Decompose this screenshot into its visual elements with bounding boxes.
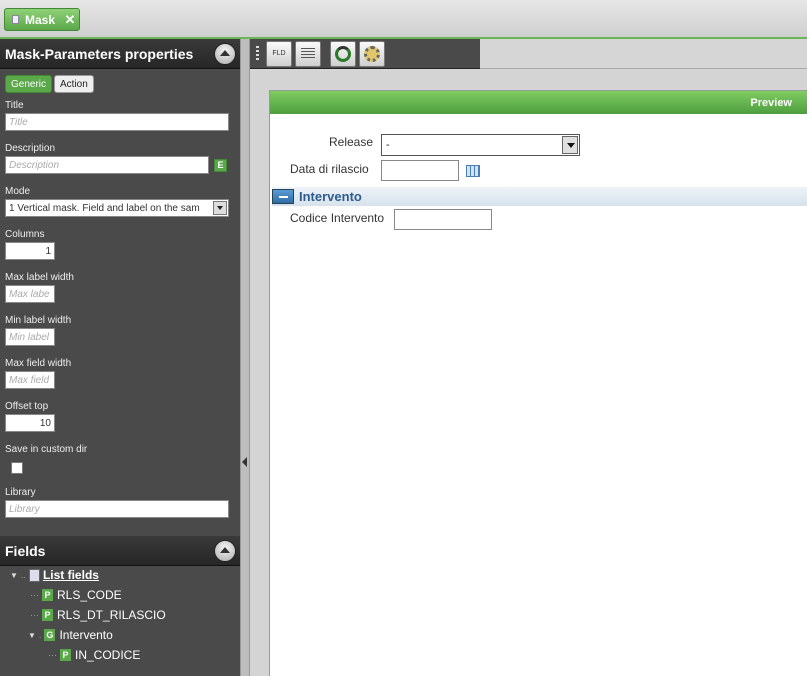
max-label-width-field[interactable]: Max labe <box>5 285 55 303</box>
tree-root-label: List fields <box>42 568 99 582</box>
left-panel: Mask-Parameters properties Generic Actio… <box>0 39 240 676</box>
min-label-width-label: Min label width <box>5 315 72 326</box>
chevron-down-icon[interactable] <box>562 136 578 154</box>
library-property: Library Library <box>5 487 229 518</box>
min-label-width-property: Min label width Min label <box>5 315 71 346</box>
library-field[interactable]: Library <box>5 500 229 518</box>
fields-header: Fields <box>0 536 240 566</box>
p-icon: P <box>42 609 53 621</box>
mode-select[interactable]: 1 Vertical mask. Field and label on the … <box>5 199 229 217</box>
tree-item-label: RLS_DT_RILASCIO <box>57 608 166 622</box>
release-value: - <box>386 139 390 151</box>
g-icon: G <box>44 629 56 641</box>
offset-top-label: Offset top <box>5 401 49 412</box>
description-property: Description Description E <box>5 143 227 174</box>
columns-property: Columns 1 <box>5 229 55 260</box>
title-label: Title <box>5 100 24 111</box>
expand-icon[interactable]: ▼ <box>28 631 36 640</box>
settings-button[interactable] <box>359 40 385 67</box>
fld-button[interactable]: FLD <box>266 40 292 67</box>
offset-top-property: Offset top 10 <box>5 401 55 432</box>
title-field[interactable]: Title <box>5 113 229 131</box>
mask-tab[interactable]: Mask ✕ <box>4 8 80 31</box>
expand-icon[interactable]: ▼ <box>10 571 18 580</box>
toolbar-background <box>480 39 807 69</box>
panel-splitter[interactable] <box>240 39 250 676</box>
mode-value: 1 Vertical mask. Field and label on the … <box>9 202 200 214</box>
save-custom-dir-label: Save in custom dir <box>5 444 88 455</box>
library-label: Library <box>5 487 36 498</box>
max-label-width-property: Max label width Max labe <box>5 272 74 303</box>
p-icon: P <box>42 589 53 601</box>
tab-generic[interactable]: Generic <box>5 75 53 93</box>
properties-header: Mask-Parameters properties <box>0 39 240 69</box>
group-header: Intervento <box>272 187 807 206</box>
max-field-width-label: Max field width <box>5 358 72 369</box>
properties-title: Mask-Parameters properties <box>5 45 194 62</box>
list-icon <box>301 47 315 60</box>
refresh-button[interactable] <box>330 40 356 67</box>
columns-label: Columns <box>5 229 45 240</box>
release-select[interactable]: - <box>381 134 580 156</box>
chevron-down-icon[interactable] <box>213 201 227 215</box>
grip-icon[interactable] <box>256 45 259 62</box>
tree-item-label: Intervento <box>59 628 113 642</box>
offset-top-field[interactable]: 10 <box>5 414 55 432</box>
designer-toolbar: FLD <box>250 39 480 69</box>
date-field[interactable] <box>381 160 459 181</box>
code-field[interactable] <box>394 209 492 230</box>
collapse-fields-button[interactable] <box>214 539 236 562</box>
refresh-icon <box>335 45 351 62</box>
tree-item-rls-dt-rilascio[interactable]: ⋯ P RLS_DT_RILASCIO <box>30 608 166 622</box>
description-edit-button[interactable]: E <box>214 159 227 172</box>
save-custom-dir-property: Save in custom dir <box>5 444 87 474</box>
mode-property: Mode 1 Vertical mask. Field and label on… <box>5 186 229 217</box>
preview-panel: Preview Release - Data di rilascio Inter… <box>269 90 807 676</box>
fld-icon: FLD <box>272 50 286 57</box>
tree-item-intervento[interactable]: ▼ . G Intervento <box>28 628 113 642</box>
mode-label: Mode <box>5 186 31 197</box>
group-title: Intervento <box>299 189 362 204</box>
properties-tabs: Generic Action <box>0 69 240 93</box>
collapse-group-icon[interactable] <box>272 189 294 204</box>
top-tab-bar: Mask ✕ <box>0 0 807 38</box>
calendar-icon[interactable] <box>466 165 480 177</box>
description-label: Description <box>5 143 56 154</box>
title-property: Title Title <box>5 100 229 131</box>
tree-item-rls-code[interactable]: ⋯ P RLS_CODE <box>30 588 122 602</box>
description-field[interactable]: Description <box>5 156 209 174</box>
close-icon[interactable]: ✕ <box>63 12 77 28</box>
max-label-width-label: Max label width <box>5 272 74 283</box>
min-label-width-field[interactable]: Min label <box>5 328 55 346</box>
list-icon <box>28 568 40 582</box>
preview-title: Preview <box>750 96 792 109</box>
save-custom-dir-checkbox[interactable] <box>11 462 23 474</box>
list-button[interactable] <box>295 40 321 67</box>
collapse-properties-button[interactable] <box>214 42 236 65</box>
settings-icon <box>364 45 380 62</box>
code-label: Codice Intervento <box>290 211 385 225</box>
mask-tab-label: Mask <box>25 12 56 27</box>
tree-root[interactable]: ▼ .. List fields <box>10 568 99 582</box>
preview-header: Preview <box>270 91 807 114</box>
fields-title: Fields <box>5 542 46 559</box>
release-label: Release <box>329 135 374 149</box>
date-label: Data di rilascio <box>290 162 369 176</box>
columns-field[interactable]: 1 <box>5 242 55 260</box>
document-icon <box>12 15 19 24</box>
tab-action[interactable]: Action <box>54 75 94 93</box>
tree-item-label: RLS_CODE <box>57 588 122 602</box>
max-field-width-property: Max field width Max field <box>5 358 71 389</box>
tree-item-label: IN_CODICE <box>75 648 141 662</box>
max-field-width-field[interactable]: Max field <box>5 371 55 389</box>
p-icon: P <box>60 649 71 661</box>
tree-item-in-codice[interactable]: ⋯ P IN_CODICE <box>48 648 140 662</box>
